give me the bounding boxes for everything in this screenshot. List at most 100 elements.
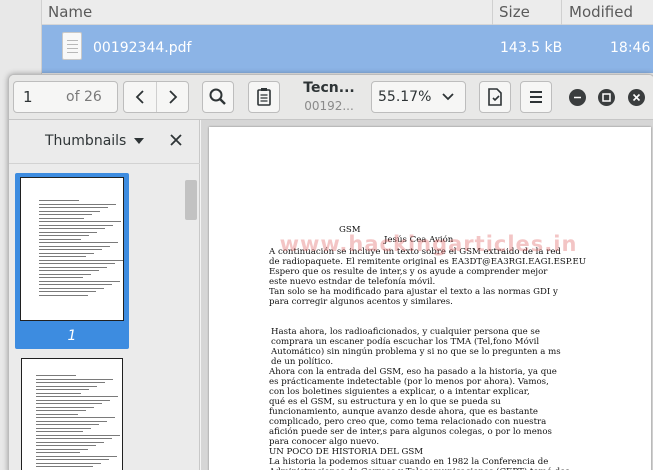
- thumbnail-text-line: [39, 263, 115, 264]
- column-divider: [492, 0, 493, 25]
- chevron-down-icon: [442, 93, 454, 101]
- document-icon: [488, 88, 502, 106]
- thumbnail-text-line: [36, 434, 120, 436]
- page-number-input[interactable]: [14, 82, 62, 112]
- thumbnail-page-1[interactable]: 1: [15, 173, 129, 349]
- thumbnail-text-line: [36, 438, 112, 439]
- document-properties-button[interactable]: [479, 81, 511, 113]
- document-text-line: Hasta ahora, los radioaficionados, y cua…: [271, 327, 540, 337]
- thumbnail-text-line: [39, 287, 104, 289]
- document-text-line: afición puede ser de inter,s para alguno…: [269, 427, 552, 437]
- thumbnail-text-line: [39, 203, 116, 205]
- document-text-line: Espero que os resulte de inter,s y os ay…: [269, 267, 548, 277]
- maximize-icon: [602, 93, 611, 102]
- thumbnail-text-line: [36, 462, 101, 464]
- pdf-file-icon: [62, 32, 82, 60]
- thumbnail-text-line: [36, 403, 102, 404]
- close-icon: [632, 93, 641, 102]
- thumbnail-text-line: [36, 427, 91, 429]
- thumbnail-text-line: [39, 259, 123, 261]
- thumbnail-text-line: [39, 214, 92, 215]
- page-navigation: [123, 81, 189, 113]
- next-page-button[interactable]: [157, 82, 189, 112]
- file-list-header: Name Size Modified: [42, 0, 653, 25]
- close-window-button[interactable]: [628, 89, 645, 106]
- thumbnail-text-line: [39, 266, 107, 268]
- thumbnail-text-line: [36, 406, 94, 408]
- document-text-line: para conocer algo nuevo.: [269, 437, 380, 447]
- zoom-selector[interactable]: 55.17%: [371, 81, 466, 113]
- thumbnail-text-line: [39, 280, 120, 282]
- thumbnail-text-line: [36, 452, 80, 453]
- thumbnail-text-line: [39, 291, 96, 292]
- desktop: Name Size Modified 00192344.pdf 143.5 kB…: [0, 0, 653, 470]
- document-viewer-window: of 26: [8, 74, 653, 470]
- minimize-button[interactable]: [569, 89, 586, 106]
- document-text-line: funcionamiento, aunque avanzo desde ahor…: [269, 407, 538, 417]
- thumbnail-text-line: [39, 284, 112, 285]
- search-icon: [209, 88, 226, 105]
- thumbnail-text-line: [36, 455, 117, 457]
- thumbnail-text-line: [39, 224, 113, 226]
- sidebar-scrollbar-thumb[interactable]: [185, 180, 197, 220]
- thumbnail-text-line: [39, 277, 83, 278]
- triangle-down-icon[interactable]: [133, 136, 145, 146]
- document-text-line: comprara un escaner podía escuchar los T…: [271, 337, 540, 347]
- minimize-icon: [574, 96, 581, 99]
- search-button[interactable]: [202, 81, 234, 113]
- document-text-line: para corregir algunos acentos y similare…: [269, 297, 453, 307]
- annotations-button[interactable]: [248, 81, 280, 113]
- page-total-label: of 26: [66, 89, 102, 105]
- thumbnail-text-line: [39, 217, 84, 219]
- document-text-line: este nuevo estndar de telefonía móvil.: [269, 277, 436, 287]
- previous-page-button[interactable]: [124, 82, 156, 112]
- thumbnail-text-line: [36, 417, 115, 418]
- document-text-line: La historia la podemos situar cuando en …: [269, 457, 549, 467]
- clipboard-icon: [257, 88, 271, 106]
- thumbnail-text-line: [39, 245, 110, 247]
- close-sidebar-icon[interactable]: [169, 133, 183, 147]
- thumbnail-text-line: [39, 231, 97, 233]
- watermark-text: www.hackingarticles.in: [279, 232, 578, 256]
- thumbnail-text-line: [36, 385, 97, 387]
- thumbnail-text-line: [36, 424, 99, 425]
- document-title: Tecn... 00192...: [289, 80, 369, 113]
- thumbnails-sidebar: Thumbnails 1: [9, 120, 200, 470]
- thumbnail-text-line: [39, 249, 102, 250]
- hamburger-menu-icon: [530, 91, 542, 103]
- zoom-value: 55.17%: [378, 89, 432, 105]
- document-text-line: de radiopaquete. El remitente original e…: [269, 257, 587, 267]
- document-text-line: UN POCO DE HISTORIA DEL GSM: [269, 447, 424, 457]
- document-text-line: de un político.: [271, 357, 334, 367]
- document-text-line: Tan solo se ha modificado para ajustar e…: [269, 287, 558, 297]
- thumbnail-label: 1: [67, 328, 77, 344]
- file-row-selected[interactable]: 00192344.pdf 143.5 kB 18:46: [42, 25, 653, 73]
- thumbnail-text-line: [39, 210, 100, 212]
- subtitle-label: 00192...: [304, 99, 354, 113]
- thumbnail-text-line: [36, 420, 107, 422]
- header-bar: of 26: [9, 75, 653, 120]
- document-text-line: qué es el GSM, su estructura y en lo que…: [269, 397, 501, 407]
- document-text-line: es prácticamente indetectable (por lo me…: [269, 377, 549, 387]
- title-label: Tecn...: [303, 80, 355, 96]
- thumbnail-text-line: [36, 459, 109, 460]
- thumbnail-text-line: [39, 235, 89, 236]
- thumbnail-image: [20, 177, 124, 321]
- thumbnail-text-line: [39, 207, 108, 208]
- thumbnail-text-line: [36, 413, 78, 415]
- thumbnail-text-line: [36, 466, 93, 467]
- thumbnails-list[interactable]: 1: [9, 165, 200, 470]
- main-menu-button[interactable]: [520, 81, 552, 113]
- column-header-size[interactable]: Size: [499, 3, 530, 21]
- thumbnail-page-2[interactable]: [21, 358, 123, 470]
- maximize-button[interactable]: [598, 89, 615, 106]
- column-header-name[interactable]: Name: [48, 3, 92, 21]
- thumbnail-text-line: [39, 294, 88, 296]
- thumbnail-text-line: [36, 441, 104, 443]
- page-selector: of 26: [13, 81, 118, 113]
- sidebar-mode-selector[interactable]: Thumbnails: [45, 133, 126, 149]
- file-modified: 18:46: [610, 40, 651, 56]
- document-view[interactable]: GSM Jesús Cea Avión A continuación se incl…: [201, 120, 653, 470]
- thumbnail-text-line: [39, 270, 99, 271]
- column-header-modified[interactable]: Modified: [569, 3, 633, 21]
